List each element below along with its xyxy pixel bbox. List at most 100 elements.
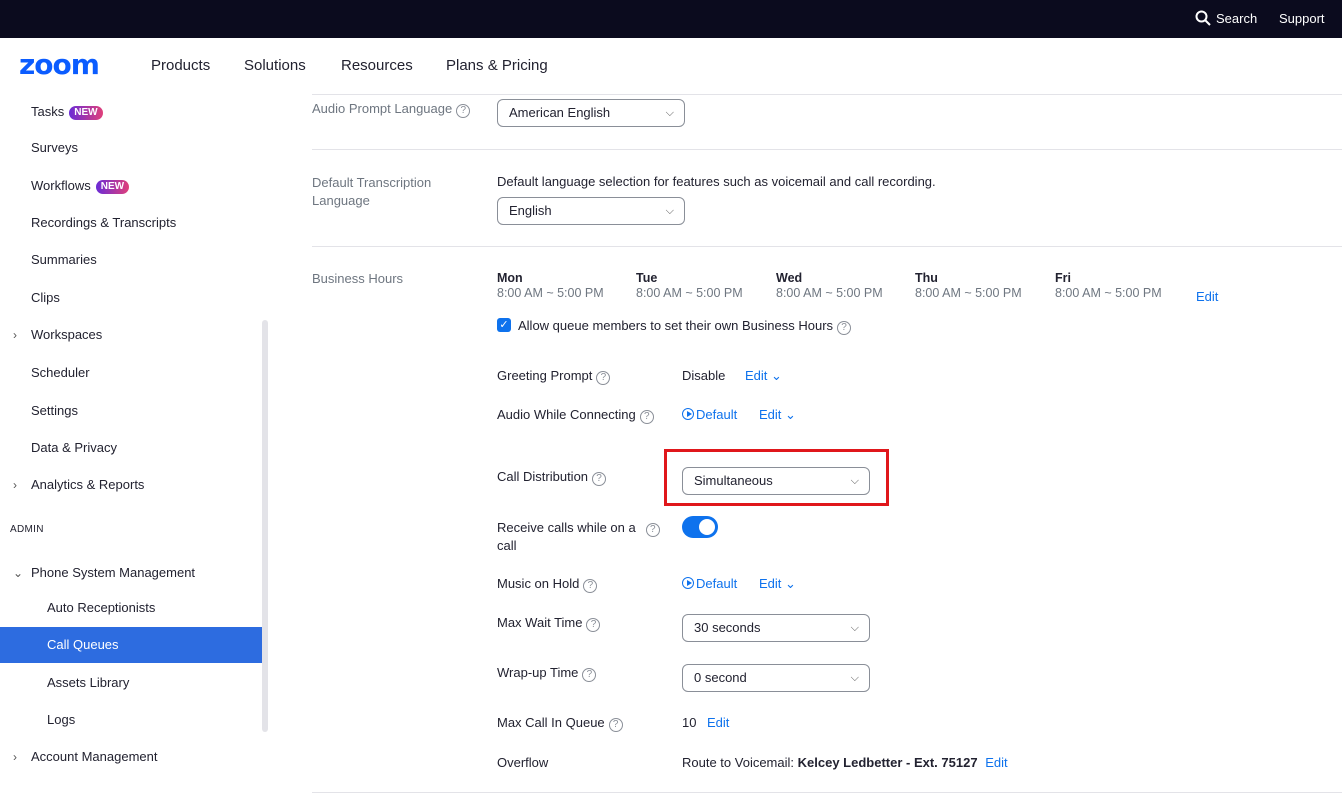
sidebar-item-call-queues[interactable]: Call Queues <box>0 627 263 663</box>
max-call-queue-edit[interactable]: Edit <box>707 715 729 730</box>
max-wait-time-label: Max Wait Time? <box>497 615 601 632</box>
chevron-down-icon: ⌄ <box>13 566 24 580</box>
day-time: 8:00 AM ~ 5:00 PM <box>776 286 883 300</box>
search-icon <box>1195 10 1211 26</box>
sidebar-item-label: Tasks <box>31 104 65 119</box>
day-mon: Mon 8:00 AM ~ 5:00 PM <box>497 271 604 300</box>
sidebar-item-analytics[interactable]: › Analytics & Reports <box>0 467 263 503</box>
music-on-hold-label: Music on Hold? <box>497 576 598 593</box>
help-icon[interactable]: ? <box>582 668 597 682</box>
label-text: Audio While Connecting <box>497 407 636 422</box>
support-link[interactable]: Support <box>1279 11 1325 26</box>
sidebar-item-label: Surveys <box>31 140 78 155</box>
music-on-hold-edit[interactable]: Edit ⌄ <box>759 576 796 592</box>
sidebar-scrollbar[interactable] <box>262 320 268 732</box>
day-name: Mon <box>497 271 523 285</box>
max-wait-time-select[interactable]: 30 seconds ⌵ <box>682 614 870 642</box>
overflow-value: Route to Voicemail: Kelcey Ledbetter - E… <box>682 755 1008 770</box>
nav-solutions[interactable]: Solutions <box>244 57 306 74</box>
wrap-up-time-select[interactable]: 0 second ⌵ <box>682 664 870 692</box>
sidebar-item-label: Scheduler <box>31 365 90 380</box>
main-nav: zoom Products Solutions Resources Plans … <box>0 38 1342 94</box>
label-line-1: Default Transcription <box>312 175 432 190</box>
help-icon[interactable]: ? <box>586 618 601 632</box>
nav-plans-pricing[interactable]: Plans & Pricing <box>446 57 548 74</box>
sidebar-item-recordings[interactable]: Recordings & Transcripts <box>0 205 263 241</box>
day-time: 8:00 AM ~ 5:00 PM <box>497 286 604 300</box>
audio-name: Default <box>696 576 738 591</box>
greeting-prompt-edit[interactable]: Edit ⌄ <box>745 368 782 384</box>
help-icon[interactable]: ? <box>596 371 611 385</box>
play-icon <box>682 577 694 589</box>
receive-calls-toggle[interactable] <box>682 516 718 538</box>
divider <box>312 792 1342 793</box>
divider <box>312 94 1342 95</box>
help-icon[interactable]: ? <box>592 472 607 486</box>
overflow-edit[interactable]: Edit <box>985 755 1007 770</box>
business-hours-label: Business Hours <box>312 271 404 286</box>
day-time: 8:00 AM ~ 5:00 PM <box>1055 286 1162 300</box>
sidebar-item-assets-library[interactable]: Assets Library <box>0 665 263 701</box>
allow-business-hours-checkbox[interactable]: ✓ <box>497 318 511 332</box>
sidebar-item-auto-receptionists[interactable]: Auto Receptionists <box>0 590 263 626</box>
day-wed: Wed 8:00 AM ~ 5:00 PM <box>776 271 883 300</box>
label-line-1: Receive calls while on a <box>497 520 636 535</box>
sidebar-item-account-management[interactable]: › Account Management <box>0 739 263 775</box>
chevron-right-icon: › <box>13 750 17 764</box>
search-link[interactable]: Search <box>1195 10 1257 26</box>
transcription-language-select[interactable]: English ⌵ <box>497 197 685 225</box>
max-call-queue-label: Max Call In Queue? <box>497 715 623 732</box>
day-time: 8:00 AM ~ 5:00 PM <box>636 286 743 300</box>
day-time: 8:00 AM ~ 5:00 PM <box>915 286 1022 300</box>
select-value: American English <box>509 105 611 120</box>
sidebar-item-workflows[interactable]: Workflows NEW <box>0 168 263 204</box>
audio-connecting-edit[interactable]: Edit ⌄ <box>759 407 796 423</box>
top-bar: Search Support <box>0 0 1342 38</box>
sidebar: Tasks NEW Surveys Workflows NEW Recordings… <box>0 94 268 810</box>
sidebar-item-clips[interactable]: Clips <box>0 280 263 316</box>
audio-prompt-language-select[interactable]: American English ⌵ <box>497 99 685 127</box>
new-badge: NEW <box>69 106 103 120</box>
toggle-knob <box>699 519 715 535</box>
sidebar-item-workspaces[interactable]: › Workspaces <box>0 317 263 353</box>
help-icon[interactable]: ? <box>837 321 852 335</box>
music-on-hold-play[interactable]: Default <box>682 576 737 591</box>
transcription-description: Default language selection for features … <box>497 174 936 189</box>
call-distribution-label: Call Distribution? <box>497 469 607 486</box>
sidebar-item-label: Data & Privacy <box>31 440 117 455</box>
overflow-label: Overflow <box>497 755 549 770</box>
sidebar-item-label: Workspaces <box>31 327 103 342</box>
sidebar-item-data-privacy[interactable]: Data & Privacy <box>0 430 263 466</box>
help-icon[interactable]: ? <box>645 523 660 537</box>
max-call-queue-value: 10 <box>682 715 697 730</box>
allow-business-hours-label: Allow queue members to set their own Bus… <box>518 318 852 335</box>
sidebar-item-tasks[interactable]: Tasks NEW <box>0 94 263 130</box>
business-hours-edit-link[interactable]: Edit <box>1196 289 1218 304</box>
admin-heading: ADMIN <box>10 524 44 535</box>
nav-resources[interactable]: Resources <box>341 57 413 74</box>
new-badge: NEW <box>95 180 130 194</box>
help-icon[interactable]: ? <box>456 104 471 118</box>
sidebar-item-scheduler[interactable]: Scheduler <box>0 355 263 391</box>
label-line-2: Language <box>312 193 370 208</box>
nav-products[interactable]: Products <box>151 57 210 74</box>
zoom-logo[interactable]: zoom <box>19 51 100 79</box>
sidebar-item-surveys[interactable]: Surveys <box>0 130 263 166</box>
overflow-prefix: Route to Voicemail: <box>682 755 795 770</box>
audio-connecting-play[interactable]: Default <box>682 407 737 422</box>
sidebar-item-label: Summaries <box>31 252 97 267</box>
day-thu: Thu 8:00 AM ~ 5:00 PM <box>915 271 1022 300</box>
help-icon[interactable]: ? <box>583 579 598 593</box>
highlight-box <box>664 449 889 506</box>
help-icon[interactable]: ? <box>608 718 623 732</box>
help-icon[interactable]: ? <box>639 410 654 424</box>
select-value: 30 seconds <box>694 620 761 635</box>
sidebar-item-settings[interactable]: Settings <box>0 393 263 429</box>
sidebar-item-logs[interactable]: Logs <box>0 702 263 738</box>
sidebar-item-label: Settings <box>31 403 78 418</box>
sidebar-item-summaries[interactable]: Summaries <box>0 242 263 278</box>
divider <box>312 149 1342 150</box>
sidebar-item-phone-system[interactable]: ⌄ Phone System Management <box>0 555 263 591</box>
receive-calls-label: Receive calls while on a? call <box>497 519 660 555</box>
day-tue: Tue 8:00 AM ~ 5:00 PM <box>636 271 743 300</box>
